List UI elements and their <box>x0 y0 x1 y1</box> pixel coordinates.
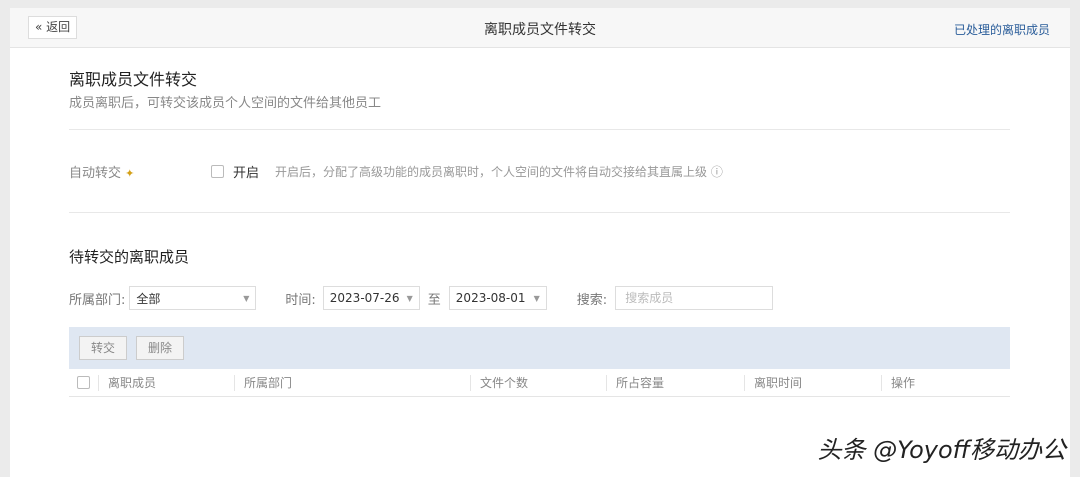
column-header-file-count[interactable]: 文件个数 <box>470 374 606 391</box>
page-title: 离职成员文件转交 <box>484 22 596 38</box>
dept-label: 所属部门: <box>69 292 126 308</box>
section-subtitle: 成员离职后，可转交该成员个人空间的文件给其他员工 <box>69 96 382 111</box>
column-header-dept[interactable]: 所属部门 <box>234 374 470 391</box>
search-input[interactable] <box>615 286 774 310</box>
enable-label[interactable]: 开启 <box>233 162 259 181</box>
divider <box>69 212 1010 213</box>
column-header-leave-time[interactable]: 离职时间 <box>744 374 881 391</box>
dept-value: 全部 <box>136 291 161 306</box>
premium-icon: ✦ <box>125 166 135 180</box>
table-header: 离职成员 所属部门 文件个数 所占容量 离职时间 操作 <box>69 369 1010 397</box>
pending-title: 待转交的离职成员 <box>69 248 190 266</box>
to-label: 至 <box>427 292 441 308</box>
time-label: 时间: <box>285 292 316 308</box>
auto-transfer-label: 自动转交 ✦ <box>69 162 211 181</box>
watermark: 头条 @Yoyoff移动办公 <box>817 436 1066 464</box>
processed-members-link[interactable]: 已处理的离职成员 <box>954 21 1050 38</box>
top-bar: « 返回 离职成员文件转交 已处理的离职成员 <box>10 8 1070 48</box>
dept-select[interactable]: 全部 ▼ <box>129 286 257 310</box>
table-toolbar: 转交 删除 <box>69 327 1010 369</box>
select-all-checkbox[interactable] <box>77 376 90 389</box>
main-panel: « 返回 离职成员文件转交 已处理的离职成员 离职成员文件转交 成员离职后，可转… <box>10 8 1070 477</box>
section-title: 离职成员文件转交 <box>69 70 198 89</box>
column-header-size[interactable]: 所占容量 <box>606 374 744 391</box>
start-date: 2023-07-26 <box>329 291 400 305</box>
chevron-down-icon: ▼ <box>533 293 540 303</box>
chevron-down-icon: ▼ <box>406 293 413 303</box>
end-date-select[interactable]: 2023-08-01 ▼ <box>448 286 547 310</box>
column-header-actions: 操作 <box>881 374 981 391</box>
transfer-button[interactable]: 转交 <box>79 336 128 360</box>
delete-button[interactable]: 删除 <box>136 336 185 360</box>
auto-transfer-text: 自动转交 <box>69 165 122 181</box>
column-header-member[interactable]: 离职成员 <box>98 374 234 391</box>
auto-transfer-checkbox[interactable] <box>211 164 224 178</box>
end-date: 2023-08-01 <box>455 291 526 305</box>
auto-transfer-row: 自动转交 ✦ 开启 开启后，分配了高级功能的成员离职时，个人空间的文件将自动交接… <box>69 130 1010 212</box>
auto-transfer-description: 开启后，分配了高级功能的成员离职时，个人空间的文件将自动交接给其直属上级 ⓘ <box>275 164 723 179</box>
filters: 所属部门: 全部 ▼ 时间: 2023-07-26 ▼ 至 2023-08-01 ▼ … <box>69 286 1010 310</box>
chevron-down-icon: ▼ <box>243 293 250 303</box>
search-label: 搜索: <box>576 292 608 308</box>
start-date-select[interactable]: 2023-07-26 ▼ <box>322 286 420 310</box>
